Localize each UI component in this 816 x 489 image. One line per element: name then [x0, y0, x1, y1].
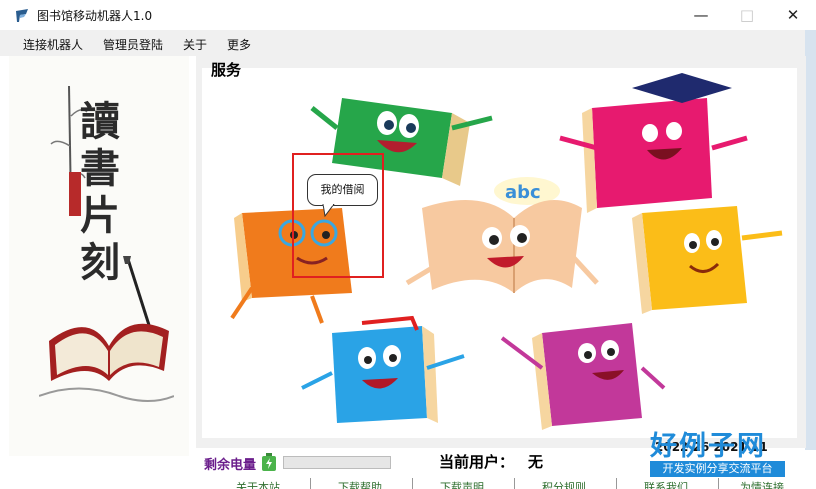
footer-divider	[514, 478, 515, 489]
speech-bubble-tail	[322, 204, 335, 218]
menu-about[interactable]: 关于	[183, 36, 207, 53]
minimize-button[interactable]: —	[678, 0, 724, 30]
footer-divider	[412, 478, 413, 489]
footer-divider	[718, 478, 719, 489]
calligraphy-char-1: 讀	[80, 98, 120, 145]
book-character-magenta	[500, 323, 666, 430]
book-character-yellow	[632, 206, 783, 314]
battery-progress-bar	[283, 456, 391, 469]
book-character-blue	[301, 315, 465, 423]
window-title: 图书馆移动机器人1.0	[37, 9, 153, 23]
current-user-label: 当前用户：	[439, 453, 515, 471]
book-character-open	[405, 200, 599, 293]
close-button[interactable]: ✕	[770, 0, 816, 30]
left-decorative-panel: 讀 書 片 刻	[9, 56, 189, 456]
footer-link-contact[interactable]: 联系我们	[644, 479, 688, 489]
svg-text:abc: abc	[505, 182, 541, 203]
calligraphy-char-3: 片	[80, 192, 120, 239]
footer-link-points-rules[interactable]: 积分规则	[542, 479, 586, 489]
calligraphy-char-4: 刻	[80, 239, 120, 286]
current-user-value: 无	[528, 453, 544, 471]
open-book-illustration	[39, 323, 174, 402]
footer-link-download-help[interactable]: 下载帮助	[338, 479, 382, 489]
menu-admin-login[interactable]: 管理员登陆	[103, 36, 163, 53]
close-icon: ✕	[786, 6, 800, 24]
calligraphy-char-2: 書	[80, 145, 120, 192]
footer-link-about[interactable]: 关于本站	[236, 479, 280, 489]
my-borrowing-highlight[interactable]	[292, 153, 384, 278]
battery-label: 剩余电量	[204, 458, 257, 473]
footer-link-friend-links[interactable]: 为情连接	[740, 479, 784, 489]
footer-divider	[310, 478, 311, 489]
watermark-subtitle: 开发实例分享交流平台	[650, 461, 785, 477]
background-window-edge	[805, 30, 816, 450]
minimize-icon: —	[693, 6, 709, 24]
app-icon	[14, 8, 30, 28]
my-borrowing-button[interactable]: 我的借阅	[307, 174, 378, 206]
section-title: 服务	[211, 61, 242, 79]
title-bar: 图书馆移动机器人1.0 — □ ✕	[0, 0, 816, 30]
footer-links: 关于本站 下载帮助 下载声明 积分规则 联系我们 为情连接	[200, 478, 805, 489]
menu-bar: 连接机器人 管理员登陆 关于 更多	[0, 30, 816, 56]
footer-link-download-statement[interactable]: 下载声明	[440, 479, 484, 489]
maximize-icon: □	[739, 6, 755, 24]
red-seal-stamp	[69, 172, 81, 216]
maximize-button: □	[724, 0, 770, 30]
footer-divider	[616, 478, 617, 489]
battery-icon	[261, 453, 277, 475]
book-character-pink	[559, 73, 748, 213]
watermark-logo: 好例子网	[650, 431, 766, 462]
menu-more[interactable]: 更多	[227, 36, 251, 53]
menu-connect-robot[interactable]: 连接机器人	[23, 36, 83, 53]
